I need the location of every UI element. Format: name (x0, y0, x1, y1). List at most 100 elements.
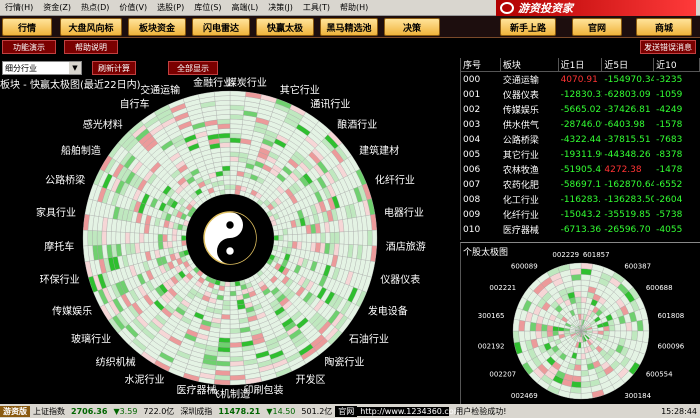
heat-cell[interactable] (229, 309, 239, 315)
table-row[interactable]: 003 供水供气 -28746.09 -6403.98 -1578 (461, 117, 700, 132)
sector-label[interactable]: 酒店旅游 (386, 240, 426, 253)
heat-cell[interactable] (512, 319, 520, 332)
heat-cell[interactable] (229, 170, 238, 176)
heat-cell[interactable] (229, 161, 239, 167)
quotes-button[interactable]: 行情 (2, 18, 52, 36)
heat-cell[interactable] (224, 184, 231, 190)
heat-cell[interactable] (176, 234, 182, 242)
heat-cell[interactable] (529, 330, 537, 341)
table-row[interactable]: 005 其它行业 -19311.90 -44348.26 -8378 (461, 147, 700, 162)
heat-cell[interactable] (157, 241, 164, 250)
sector-label[interactable]: 600554 (646, 371, 673, 379)
heat-cell[interactable] (229, 295, 237, 301)
sector-type-select[interactable]: 细分行业 ▼ (2, 61, 82, 75)
heat-cell[interactable] (222, 170, 231, 176)
heat-cell[interactable] (224, 281, 231, 287)
heat-cell[interactable] (541, 330, 548, 339)
heat-cell[interactable] (214, 374, 231, 381)
heat-cell[interactable] (320, 232, 326, 244)
sector-label[interactable]: 002207 (489, 371, 516, 379)
heat-cell[interactable] (229, 337, 242, 344)
stock-taiji-chart[interactable]: 601857 600387 600688 601808 600096 600554 3001… (461, 243, 700, 405)
heat-cell[interactable] (287, 240, 293, 249)
heat-cell[interactable] (229, 189, 236, 195)
heat-cell[interactable] (580, 358, 588, 366)
help-button[interactable]: 帮助说明 (64, 40, 118, 54)
demo-button[interactable]: 功能演示 (2, 40, 56, 54)
heat-cell[interactable] (115, 231, 121, 245)
menu-quotes[interactable]: 行情(H) (0, 2, 38, 13)
heat-cell[interactable] (229, 379, 247, 386)
heat-cell[interactable] (157, 226, 164, 235)
heat-cell[interactable] (217, 346, 231, 353)
heat-cell[interactable] (580, 274, 592, 281)
menu-help[interactable]: 帮助(H) (335, 2, 373, 13)
heat-cell[interactable] (541, 323, 548, 332)
heat-cell[interactable] (167, 240, 173, 249)
sector-label[interactable]: 电器行业 (384, 206, 424, 219)
heat-cell[interactable] (120, 231, 126, 245)
mall-button[interactable]: 商城 (636, 18, 692, 36)
heat-cell[interactable] (223, 179, 231, 186)
col-sector[interactable]: 板块 (501, 58, 559, 71)
sector-label[interactable]: 纺织机械 (96, 356, 136, 369)
sector-label[interactable]: 601808 (658, 312, 685, 320)
sector-label[interactable]: 玻璃行业 (71, 332, 111, 345)
sector-label[interactable]: 发电设备 (368, 304, 408, 317)
sector-label[interactable]: 其它行业 (280, 83, 320, 96)
table-row[interactable]: 010 医疗器械 -6713.36 -26596.70 -4055 (461, 222, 700, 237)
heat-cell[interactable] (162, 226, 169, 235)
heat-cell[interactable] (171, 240, 178, 248)
heat-cell[interactable] (552, 330, 559, 337)
heat-cell[interactable] (221, 314, 231, 320)
heat-cell[interactable] (162, 234, 168, 242)
menu-position[interactable]: 库位(S) (189, 2, 226, 13)
heat-cell[interactable] (642, 319, 650, 332)
heat-cell[interactable] (229, 342, 243, 348)
heat-cell[interactable] (570, 386, 582, 394)
sector-label[interactable]: 开发区 (296, 373, 326, 386)
heat-cell[interactable] (221, 161, 231, 167)
heat-cell[interactable] (229, 346, 243, 353)
sector-label[interactable]: 建筑建材 (359, 144, 399, 157)
heat-cell[interactable] (603, 325, 610, 332)
table-row[interactable]: 007 农药化肥 -58697.11 -162870.64 -6552 (461, 177, 700, 192)
heat-cell[interactable] (218, 132, 231, 139)
heat-cell[interactable] (220, 147, 231, 153)
sector-label[interactable]: 摩托车 (44, 240, 74, 253)
heat-cell[interactable] (273, 240, 279, 247)
send-error-button[interactable]: 发送错误消息 (640, 40, 696, 54)
heat-cell[interactable] (287, 227, 293, 236)
heat-cell[interactable] (220, 323, 231, 329)
sector-label[interactable]: 船舶制造 (61, 144, 101, 157)
heat-cell[interactable] (619, 330, 627, 340)
menu-decision[interactable]: 决策(J) (263, 2, 298, 13)
heat-cell[interactable] (148, 233, 154, 243)
heat-cell[interactable] (518, 330, 526, 342)
heat-cell[interactable] (167, 234, 173, 242)
heat-cell[interactable] (219, 332, 231, 339)
heat-cell[interactable] (223, 295, 231, 301)
heat-cell[interactable] (229, 118, 244, 125)
table-row[interactable]: 006 农林牧渔 -51905.47 4272.38 -1478 (461, 162, 700, 177)
heat-cell[interactable] (229, 175, 237, 181)
sector-label[interactable]: 仪器仪表 (380, 273, 420, 286)
heat-cell[interactable] (157, 233, 163, 243)
heat-cell[interactable] (229, 290, 237, 297)
heat-cell[interactable] (571, 279, 582, 287)
sector-label[interactable]: 金融行业 (193, 76, 233, 89)
sector-label[interactable]: 自行车 (120, 98, 150, 111)
heat-cell[interactable] (216, 114, 231, 120)
table-row[interactable]: 009 化纤行业 -15043.21 -35519.85 -5738 (461, 207, 700, 222)
website-button[interactable]: 官网 (572, 18, 622, 36)
heat-cell[interactable] (570, 381, 582, 388)
heat-cell[interactable] (278, 234, 284, 242)
heat-cell[interactable] (575, 302, 582, 309)
heat-cell[interactable] (580, 291, 589, 298)
lightning-radar-button[interactable]: 闪电雷达 (192, 18, 250, 36)
col-10d[interactable]: 近10 (654, 58, 700, 71)
col-5d[interactable]: 近5日 (602, 58, 655, 71)
heat-cell[interactable] (229, 114, 244, 120)
heat-cell[interactable] (171, 234, 177, 242)
heat-cell[interactable] (229, 184, 236, 190)
